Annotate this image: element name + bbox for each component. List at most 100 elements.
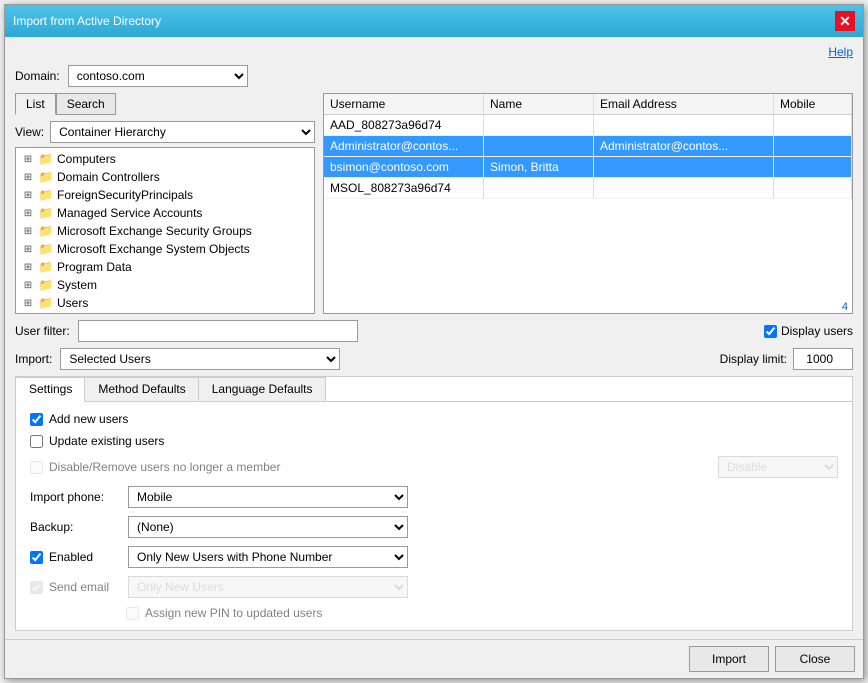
grid-cell-email — [594, 178, 774, 198]
grid-cell-email — [594, 115, 774, 135]
close-dialog-button[interactable]: Close — [775, 646, 855, 672]
help-link[interactable]: Help — [828, 45, 853, 59]
settings-panel: Settings Method Defaults Language Defaul… — [15, 376, 853, 631]
tree-item-computers[interactable]: ⊞ 📁 Computers — [18, 150, 312, 168]
grid-cell-name: Simon, Britta — [484, 157, 594, 177]
expand-icon: ⊞ — [20, 259, 36, 275]
display-users-label: Display users — [781, 324, 853, 338]
dialog-title: Import from Active Directory — [13, 14, 161, 28]
filter-row: User filter: Display users — [15, 320, 853, 342]
folder-icon: 📁 — [38, 277, 54, 293]
tab-search[interactable]: Search — [56, 93, 116, 115]
tree-item-label: Domain Controllers — [57, 170, 160, 184]
right-panel: Username Name Email Address Mobile AAD_8… — [323, 93, 853, 314]
grid-cell-username: Administrator@contos... — [324, 136, 484, 156]
tree-item-label: ForeignSecurityPrincipals — [57, 188, 193, 202]
add-new-users-label: Add new users — [49, 412, 128, 426]
backup-select[interactable]: (None) Office Home — [128, 516, 408, 538]
assign-pin-label: Assign new PIN to updated users — [145, 606, 322, 620]
tree-item-label: System — [57, 278, 97, 292]
tree-item-fsp[interactable]: ⊞ 📁 ForeignSecurityPrincipals — [18, 186, 312, 204]
domain-select[interactable]: contoso.com — [68, 65, 248, 87]
import-row: Import: Selected Users All Users All Use… — [15, 348, 853, 370]
tab-list[interactable]: List — [15, 93, 56, 115]
display-limit-input[interactable] — [793, 348, 853, 370]
display-limit-label: Display limit: — [720, 352, 787, 366]
col-header-mobile: Mobile — [774, 94, 852, 114]
send-email-checkbox[interactable] — [30, 581, 43, 594]
backup-label: Backup: — [30, 520, 120, 534]
tree-item-users[interactable]: ⊞ 📁 Users — [18, 294, 312, 312]
main-area: List Search View: Container Hierarchy ⊞ … — [15, 93, 853, 314]
tree-item-dc[interactable]: ⊞ 📁 Domain Controllers — [18, 168, 312, 186]
folder-icon: 📁 — [38, 259, 54, 275]
expand-icon: ⊞ — [20, 151, 36, 167]
grid-cell-name — [484, 136, 594, 156]
display-limit-row: Display limit: — [720, 348, 853, 370]
domain-row: Domain: contoso.com — [15, 65, 853, 87]
folder-icon: 📁 — [38, 223, 54, 239]
expand-icon: ⊞ — [20, 187, 36, 203]
settings-tab-method[interactable]: Method Defaults — [85, 377, 198, 401]
grid-cell-email: Administrator@contos... — [594, 136, 774, 156]
settings-tab-settings[interactable]: Settings — [16, 377, 85, 402]
expand-icon: ⊞ — [20, 169, 36, 185]
folder-icon: 📁 — [38, 169, 54, 185]
update-existing-checkbox[interactable] — [30, 435, 43, 448]
tree-item-progdata[interactable]: ⊞ 📁 Program Data — [18, 258, 312, 276]
tree-item-system[interactable]: ⊞ 📁 System — [18, 276, 312, 294]
add-new-users-checkbox[interactable] — [30, 413, 43, 426]
send-email-select[interactable]: Only New Users All Users — [128, 576, 408, 598]
tree-item-label: Computers — [57, 152, 116, 166]
grid-row-msol[interactable]: MSOL_808273a96d74 — [324, 178, 852, 199]
assign-pin-row: Assign new PIN to updated users — [30, 606, 838, 620]
tree-item-msa[interactable]: ⊞ 📁 Managed Service Accounts — [18, 204, 312, 222]
close-button[interactable]: ✕ — [835, 11, 855, 31]
expand-icon: ⊞ — [20, 223, 36, 239]
settings-content: Add new users Update existing users Disa… — [16, 402, 852, 630]
disable-remove-row: Disable/Remove users no longer a member … — [30, 456, 838, 478]
col-header-name: Name — [484, 94, 594, 114]
import-select[interactable]: Selected Users All Users All Users in Gr… — [60, 348, 340, 370]
disable-remove-select[interactable]: Disable — [718, 456, 838, 478]
settings-tab-language[interactable]: Language Defaults — [199, 377, 326, 401]
import-button[interactable]: Import — [689, 646, 769, 672]
grid-cell-mobile — [774, 136, 852, 156]
tree-item-mesg[interactable]: ⊞ 📁 Microsoft Exchange Security Groups — [18, 222, 312, 240]
backup-row: Backup: (None) Office Home — [30, 516, 838, 538]
grid-row-bsimon[interactable]: bsimon@contoso.com Simon, Britta — [324, 157, 852, 178]
enabled-select[interactable]: Only New Users with Phone Number All New… — [128, 546, 408, 568]
grid-cell-name — [484, 115, 594, 135]
folder-icon: 📁 — [38, 151, 54, 167]
tab-bar: List Search — [15, 93, 315, 115]
grid-cell-username: AAD_808273a96d74 — [324, 115, 484, 135]
grid-row-admin[interactable]: Administrator@contos... Administrator@co… — [324, 136, 852, 157]
tree-item-label: Program Data — [57, 260, 132, 274]
col-header-email: Email Address — [594, 94, 774, 114]
disable-remove-label: Disable/Remove users no longer a member — [49, 460, 280, 474]
send-email-label: Send email — [49, 580, 109, 594]
grid-cell-mobile — [774, 115, 852, 135]
display-users-checkbox[interactable] — [764, 325, 777, 338]
tab-spacer — [326, 377, 853, 402]
dialog-body: Help Domain: contoso.com List Search Vie… — [5, 37, 863, 639]
tree-item-meso[interactable]: ⊞ 📁 Microsoft Exchange System Objects — [18, 240, 312, 258]
import-phone-select[interactable]: Mobile Office Home — [128, 486, 408, 508]
disable-remove-checkbox[interactable] — [30, 461, 43, 474]
grid-cell-username: MSOL_808273a96d74 — [324, 178, 484, 198]
send-email-row: Send email Only New Users All Users — [30, 576, 838, 598]
expand-icon: ⊞ — [20, 295, 36, 311]
grid-header: Username Name Email Address Mobile — [324, 94, 852, 115]
view-select[interactable]: Container Hierarchy — [50, 121, 315, 143]
filter-input[interactable] — [78, 320, 358, 342]
add-new-users-row: Add new users — [30, 412, 838, 426]
left-panel: List Search View: Container Hierarchy ⊞ … — [15, 93, 315, 314]
assign-pin-checkbox[interactable] — [126, 607, 139, 620]
folder-icon: 📁 — [38, 295, 54, 311]
grid-empty-space — [324, 199, 852, 301]
tree-scroll-wrapper: ⊞ 📁 Computers ⊞ 📁 Domain Controllers ⊞ 📁 — [15, 147, 315, 314]
folder-icon: 📁 — [38, 187, 54, 203]
enabled-checkbox[interactable] — [30, 551, 43, 564]
domain-label: Domain: — [15, 69, 60, 83]
grid-row-aad[interactable]: AAD_808273a96d74 — [324, 115, 852, 136]
